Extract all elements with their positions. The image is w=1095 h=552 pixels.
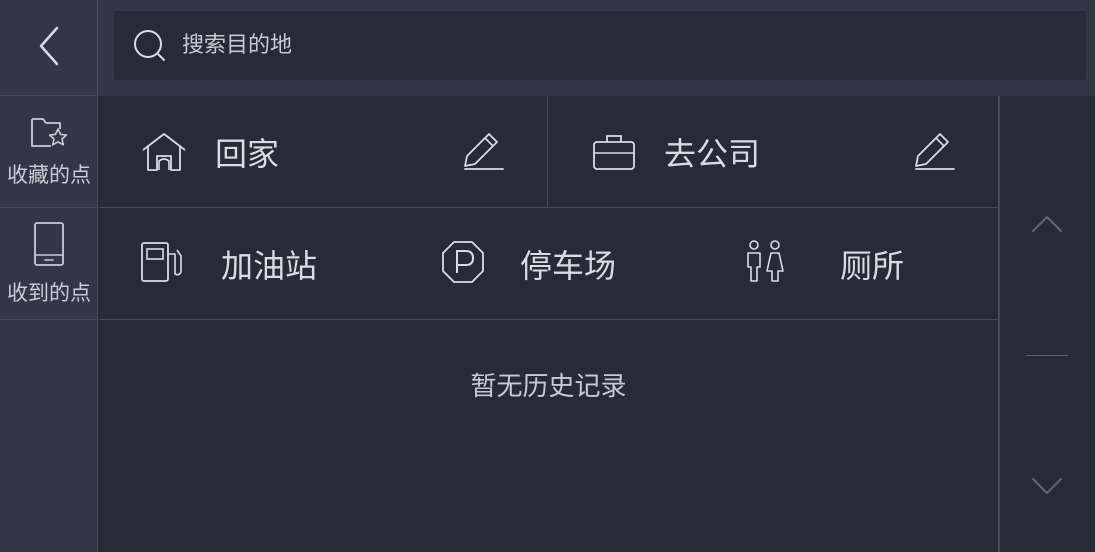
- phone-icon: [32, 221, 66, 271]
- search-box[interactable]: [114, 11, 1086, 80]
- briefcase-icon: [592, 133, 636, 171]
- home-icon: [141, 132, 187, 172]
- edit-home-button[interactable]: [461, 130, 505, 176]
- parking-icon: [440, 239, 486, 289]
- quick-destinations: 回家 去公司: [99, 96, 998, 208]
- top-bar: [98, 0, 1095, 96]
- gas-pump-icon: [139, 240, 185, 288]
- go-to-work-button[interactable]: 去公司: [548, 96, 998, 208]
- pencil-icon: [461, 130, 505, 176]
- scroll-indicator: [1026, 355, 1068, 356]
- page-scroller: [998, 96, 1095, 552]
- go-to-work-label: 去公司: [664, 135, 761, 173]
- navigation-app: 收藏的点 收到的点 搜索目的地 回家 去公司 加油站 停车场 厕所 暂无历史记录: [0, 0, 1095, 552]
- sidebar-item-received-label: 收到的点: [7, 280, 91, 305]
- category-parking[interactable]: 停车场: [440, 208, 616, 320]
- search-icon: [132, 28, 168, 64]
- category-gas-station-label: 加油站: [221, 247, 318, 285]
- go-home-label: 回家: [215, 135, 280, 173]
- go-home-button[interactable]: 回家: [99, 96, 548, 208]
- edit-work-button[interactable]: [912, 130, 956, 176]
- main-panel: 回家 去公司 加油站 停车场 厕所 暂无历史记录: [99, 96, 998, 552]
- category-toilet[interactable]: 厕所: [744, 208, 904, 320]
- sidebar-item-favorites[interactable]: 收藏的点: [0, 96, 98, 208]
- left-sidebar: 收藏的点 收到的点: [0, 0, 98, 552]
- star-folder-icon: [29, 115, 69, 153]
- scroll-up-button[interactable]: [1030, 214, 1064, 238]
- chevron-left-icon: [37, 26, 61, 70]
- scroll-down-button[interactable]: [1030, 476, 1064, 500]
- chevron-down-icon: [1031, 476, 1063, 500]
- history-empty-text: 暂无历史记录: [470, 372, 627, 402]
- sidebar-item-received[interactable]: 收到的点: [0, 208, 98, 320]
- back-button[interactable]: [0, 0, 98, 96]
- restroom-icon: [744, 239, 786, 289]
- pencil-icon: [912, 130, 956, 176]
- category-toilet-label: 厕所: [840, 247, 905, 285]
- category-gas-station[interactable]: 加油站: [139, 208, 317, 320]
- category-parking-label: 停车场: [520, 247, 617, 285]
- chevron-up-icon: [1031, 214, 1063, 238]
- sidebar-item-favorites-label: 收藏的点: [7, 162, 91, 187]
- poi-categories: 加油站 停车场 厕所: [99, 208, 998, 320]
- search-input[interactable]: [182, 33, 882, 58]
